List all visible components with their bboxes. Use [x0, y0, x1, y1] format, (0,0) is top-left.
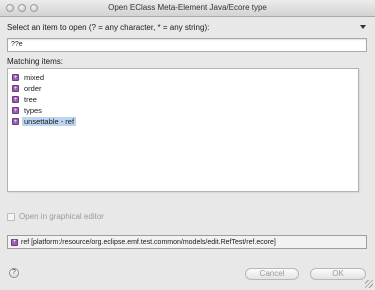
open-in-graphical-editor-checkbox[interactable] — [7, 212, 15, 221]
list-item-label: unsettable - ref — [22, 117, 77, 126]
title-bar: Open EClass Meta-Element Java/Ecore type — [0, 0, 375, 17]
list-item-label: mixed — [24, 73, 45, 82]
open-in-graphical-editor-label: Open in graphical editor — [19, 212, 104, 221]
eclass-icon: + — [12, 74, 19, 81]
eclass-icon: + — [11, 238, 18, 246]
list-item[interactable]: + mixed — [8, 72, 46, 83]
eclass-icon: + — [12, 118, 19, 125]
list-item-label: tree — [24, 95, 37, 104]
matching-items-list[interactable]: + mixed + order + tree + types + unsetta… — [7, 68, 359, 192]
filter-prompt-label: Select an item to open (? = any characte… — [7, 23, 210, 32]
help-icon[interactable]: ? — [9, 268, 19, 278]
selection-details-bar: + ref [platform:/resource/org.eclipse.em… — [7, 235, 367, 249]
list-item-selected[interactable]: + unsettable - ref — [8, 116, 77, 127]
cancel-button[interactable]: Cancel — [245, 268, 299, 280]
eclass-icon: + — [12, 107, 19, 114]
eclass-icon: + — [12, 96, 19, 103]
list-item-label: order — [24, 84, 42, 93]
ok-button[interactable]: OK — [310, 268, 366, 280]
open-in-graphical-editor-option[interactable]: Open in graphical editor — [7, 212, 104, 221]
list-item[interactable]: + order — [8, 83, 44, 94]
eclass-icon: + — [12, 85, 19, 92]
list-item[interactable]: + types — [8, 105, 44, 116]
list-item[interactable]: + tree — [8, 94, 39, 105]
selection-details-text: ref [platform:/resource/org.eclipse.emf.… — [21, 238, 276, 246]
view-menu-chevron-down-icon[interactable] — [360, 25, 366, 29]
matching-items-label: Matching items: — [7, 57, 64, 66]
window-title: Open EClass Meta-Element Java/Ecore type — [108, 3, 267, 12]
filter-input[interactable]: ??e — [7, 38, 367, 52]
resize-grip-icon[interactable] — [365, 280, 373, 288]
list-item-label: types — [24, 106, 42, 115]
